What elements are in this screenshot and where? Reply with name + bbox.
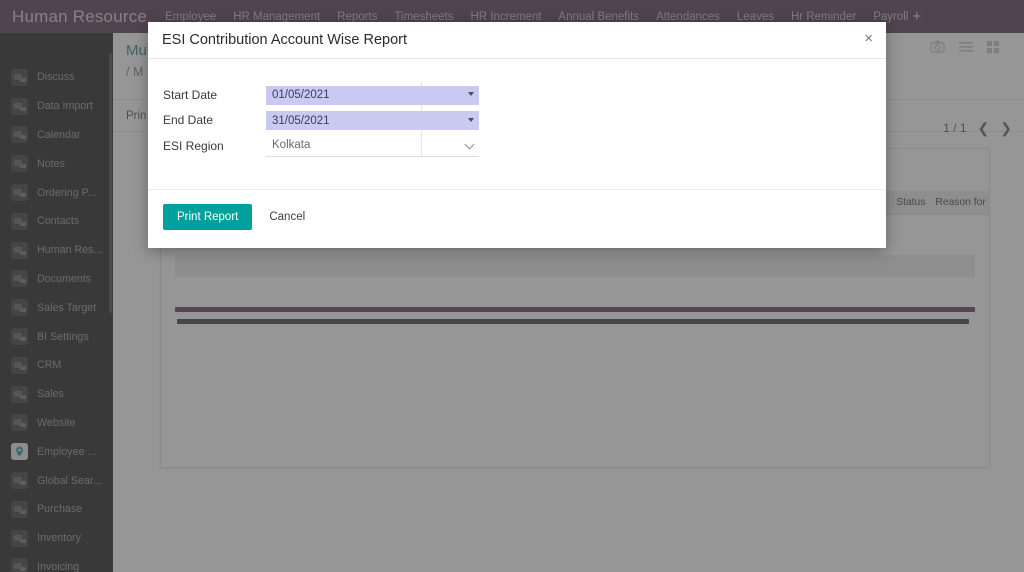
esi-region-label: ESI Region [163, 138, 224, 153]
print-report-button[interactable]: Print Report [163, 203, 253, 230]
dialog-title: ESI Contribution Account Wise Report [162, 32, 408, 48]
start-date-caret-icon[interactable] [468, 92, 474, 96]
dialog-footer: Print Report Cancel [148, 188, 886, 248]
end-date-control [266, 111, 479, 130]
start-date-control [266, 85, 479, 105]
esi-region-control: Kolkata [266, 134, 479, 158]
esi-region-select[interactable]: Kolkata [266, 134, 479, 157]
cancel-button[interactable]: Cancel [269, 211, 305, 223]
end-date-input[interactable] [266, 111, 479, 130]
end-date-label: End Date [163, 113, 214, 128]
esi-report-dialog: ESI Contribution Account Wise Report × S… [148, 22, 886, 248]
dialog-header: ESI Contribution Account Wise Report × [148, 22, 886, 59]
dialog-fields: Start Date End Date ESI Region Kolkata [148, 82, 886, 159]
field-row-esi-region: ESI Region Kolkata [148, 133, 886, 159]
end-date-caret-icon[interactable] [468, 117, 474, 122]
start-date-input[interactable] [266, 85, 479, 105]
field-row-start-date: Start Date [148, 82, 886, 108]
field-row-end-date: End Date [148, 108, 886, 134]
start-date-label: Start Date [163, 87, 218, 102]
dialog-body: Start Date End Date ESI Region Kolkata [148, 59, 886, 189]
close-icon[interactable]: × [864, 31, 873, 46]
esi-region-select-wrapper: Kolkata [266, 134, 479, 158]
